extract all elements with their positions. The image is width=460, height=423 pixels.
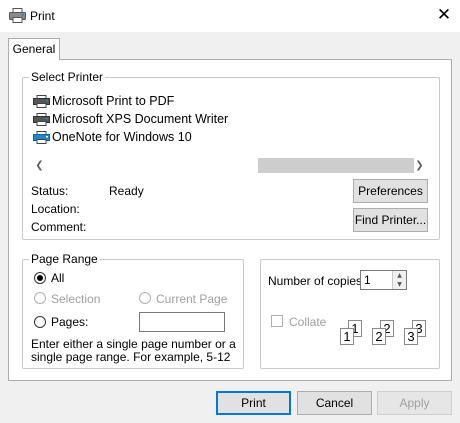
printer-list[interactable]: Microsoft Print to PDF Microsoft XPS Doc… — [31, 88, 428, 156]
tab-general[interactable]: General — [8, 38, 60, 60]
current-page-label[interactable]: Current Page — [156, 292, 227, 306]
decrement-icon[interactable]: ▼ — [392, 280, 406, 289]
printer-item[interactable]: OneNote for Windows 10 — [31, 128, 428, 146]
pages-radio[interactable] — [34, 316, 46, 328]
page-icon: 3 — [404, 328, 418, 345]
collate-label[interactable]: Collate — [289, 315, 326, 329]
status-value: Ready — [109, 184, 144, 198]
printer-item[interactable]: Microsoft Print to PDF — [31, 92, 428, 110]
printer-name: Microsoft XPS Document Writer — [52, 112, 229, 126]
collate-checkbox[interactable] — [271, 315, 283, 327]
printer-icon — [33, 113, 50, 126]
scrollbar-thumb[interactable] — [258, 158, 414, 173]
printer-icon — [33, 95, 50, 108]
scroll-right-icon[interactable]: ❯ — [411, 157, 428, 174]
window-title: Print — [30, 9, 55, 23]
print-button[interactable]: Print — [216, 391, 291, 415]
printer-name: Microsoft Print to PDF — [52, 94, 175, 108]
page-icon: 2 — [372, 328, 386, 345]
comment-label: Comment: — [31, 220, 87, 234]
copies-stepper[interactable]: 1 ▲ ▼ — [360, 270, 407, 290]
cancel-button[interactable]: Cancel — [297, 391, 372, 415]
location-label: Location: — [31, 202, 80, 216]
title-bar — [0, 0, 460, 32]
close-button[interactable]: ✕ — [430, 4, 458, 28]
page-icon: 1 — [340, 328, 354, 345]
scroll-left-icon[interactable]: ❮ — [31, 157, 48, 174]
printer-name: OneNote for Windows 10 — [52, 130, 192, 144]
copies-label: Number of copies: — [268, 274, 366, 288]
page-range-hint: Enter either a single page number or a s… — [31, 337, 236, 364]
close-icon: ✕ — [436, 5, 452, 25]
pages-input[interactable] — [139, 312, 225, 332]
all-radio[interactable] — [34, 272, 46, 284]
printer-icon — [9, 8, 26, 23]
printer-icon — [33, 131, 50, 144]
collate-illustration: 1 1 2 2 3 3 — [330, 320, 434, 354]
page-range-legend: Page Range — [29, 252, 100, 266]
increment-icon[interactable]: ▲ — [392, 271, 406, 280]
status-label: Status: — [31, 184, 69, 198]
select-printer-legend: Select Printer — [29, 70, 106, 84]
copies-value: 1 — [364, 273, 371, 287]
find-printer-button[interactable]: Find Printer... — [353, 208, 428, 232]
pages-label[interactable]: Pages: — [51, 315, 88, 329]
printer-list-scrollbar[interactable]: ❮ ❯ — [31, 157, 428, 174]
apply-button[interactable]: Apply — [377, 391, 452, 415]
preferences-button[interactable]: Preferences — [353, 179, 428, 203]
current-page-radio[interactable] — [139, 292, 151, 304]
selection-radio[interactable] — [34, 292, 46, 304]
all-label[interactable]: All — [51, 271, 64, 285]
selection-label[interactable]: Selection — [51, 292, 100, 306]
printer-item[interactable]: Microsoft XPS Document Writer — [31, 110, 428, 128]
